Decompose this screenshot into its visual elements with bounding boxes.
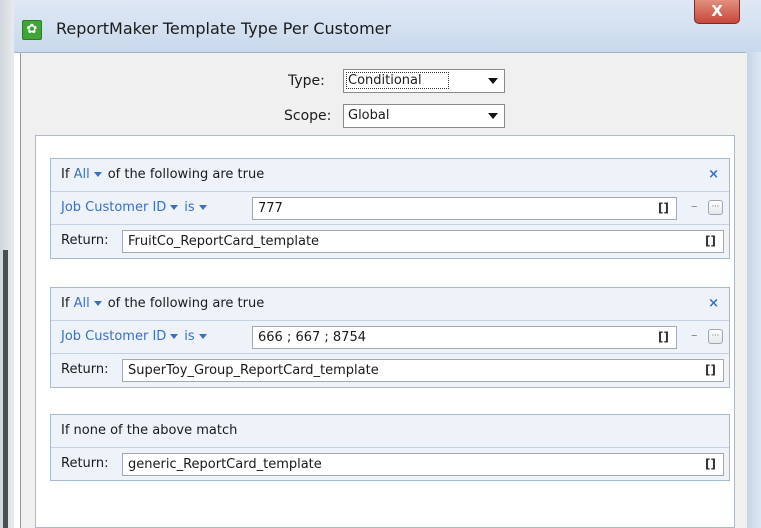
chevron-down-icon: [198, 334, 207, 339]
quantifier-dropdown[interactable]: All: [74, 296, 90, 311]
condition-row: Job Customer ID is 666 ; 667 ; 8754 [] – …: [51, 321, 729, 354]
return-label: Return:: [61, 456, 109, 471]
dialog-content: Type: Conditional Scope: Global If All of…: [20, 53, 747, 528]
rule-block: If All of the following are true × Job Cu…: [50, 287, 730, 388]
condition-field-dropdown[interactable]: Job Customer ID: [61, 200, 166, 215]
condition-row: Job Customer ID is 777 [] – ···: [51, 192, 729, 225]
rule-block: If All of the following are true × Job Cu…: [50, 158, 730, 259]
variable-bracket-button[interactable]: []: [705, 457, 716, 471]
if-suffix-label: of the following are true: [107, 296, 265, 311]
remove-rule-button[interactable]: ×: [708, 167, 719, 182]
condition-field-dropdown[interactable]: Job Customer ID: [61, 329, 166, 344]
return-value: SuperToy_Group_ReportCard_template: [128, 363, 379, 378]
return-row: Return: generic_ReportCard_template []: [51, 448, 729, 481]
rule-header: If All of the following are true ×: [51, 288, 729, 321]
window-right-edge: [746, 52, 761, 528]
window-left-edge: [0, 0, 14, 528]
default-rule-label: If none of the above match: [61, 423, 238, 438]
variable-bracket-button[interactable]: []: [658, 330, 669, 344]
return-value-input[interactable]: FruitCo_ReportCard_template []: [122, 230, 724, 253]
more-options-button[interactable]: ···: [708, 200, 723, 215]
return-row: Return: FruitCo_ReportCard_template []: [51, 225, 729, 258]
chevron-down-icon: [170, 205, 179, 210]
default-rule-header: If none of the above match: [51, 415, 729, 448]
variable-bracket-button[interactable]: []: [658, 201, 669, 215]
scope-select[interactable]: Global: [343, 104, 505, 128]
quantifier-dropdown[interactable]: All: [74, 167, 90, 182]
type-select-value: Conditional: [346, 72, 449, 89]
return-row: Return: SuperToy_Group_ReportCard_templa…: [51, 354, 729, 387]
scope-label: Scope:: [284, 108, 332, 124]
chevron-down-icon: [93, 301, 102, 306]
rules-panel: If All of the following are true × Job Cu…: [35, 135, 735, 528]
remove-rule-button[interactable]: ×: [708, 296, 719, 311]
chevron-down-icon: [198, 205, 207, 210]
chevron-down-icon: [488, 78, 498, 84]
condition-value: 777: [258, 201, 283, 216]
type-label: Type:: [288, 73, 325, 89]
rule-header: If All of the following are true ×: [51, 159, 729, 192]
chevron-down-icon: [488, 113, 498, 119]
remove-condition-button[interactable]: –: [691, 199, 698, 214]
condition-operator-dropdown[interactable]: is: [184, 200, 194, 215]
return-value-input[interactable]: SuperToy_Group_ReportCard_template []: [122, 359, 724, 382]
if-suffix-label: of the following are true: [107, 167, 265, 182]
remove-condition-button[interactable]: –: [691, 328, 698, 343]
window-title: ReportMaker Template Type Per Customer: [56, 19, 392, 38]
type-select[interactable]: Conditional: [343, 69, 505, 93]
return-label: Return:: [61, 233, 109, 248]
return-value-input[interactable]: generic_ReportCard_template []: [122, 453, 724, 476]
default-rule-block: If none of the above match Return: gener…: [50, 414, 730, 481]
chevron-down-icon: [170, 334, 179, 339]
close-button[interactable]: X: [694, 0, 740, 24]
scope-select-value: Global: [348, 108, 390, 123]
condition-value: 666 ; 667 ; 8754: [258, 330, 366, 345]
condition-value-input[interactable]: 666 ; 667 ; 8754 []: [252, 326, 677, 349]
condition-operator-dropdown[interactable]: is: [184, 329, 194, 344]
gear-icon: ✿: [22, 20, 42, 40]
more-options-button[interactable]: ···: [708, 329, 723, 344]
if-label: If: [61, 296, 70, 311]
variable-bracket-button[interactable]: []: [705, 234, 716, 248]
chevron-down-icon: [93, 172, 102, 177]
condition-value-input[interactable]: 777 []: [252, 197, 677, 220]
if-label: If: [61, 167, 70, 182]
variable-bracket-button[interactable]: []: [705, 363, 716, 377]
window-left-shadow: [3, 250, 8, 528]
return-value: generic_ReportCard_template: [128, 457, 322, 472]
return-value: FruitCo_ReportCard_template: [128, 234, 320, 249]
return-label: Return:: [61, 362, 109, 377]
